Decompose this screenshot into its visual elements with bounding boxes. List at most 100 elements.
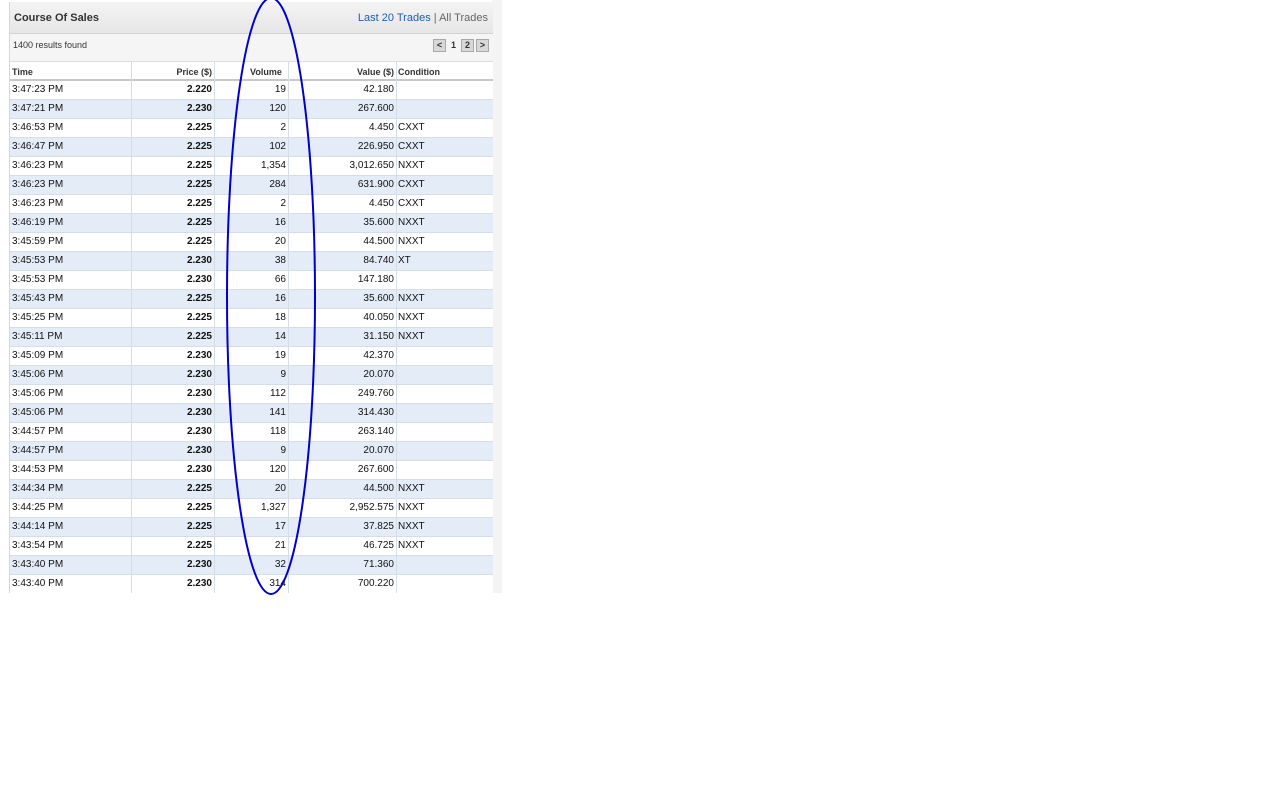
cell-condition: CXXT [398, 122, 425, 133]
table-row[interactable]: 3:46:47 PM 2.225 102 226.950 CXXT [10, 138, 493, 157]
cell-value: 2,952.575 [349, 502, 395, 513]
cell-value: 267.600 [357, 464, 394, 475]
cell-price: 2.225 [186, 160, 212, 171]
cell-value: 42.180 [363, 84, 394, 95]
pager-page-2-button[interactable]: 2 [461, 39, 474, 52]
cell-value: 44.500 [363, 236, 394, 247]
cell-condition [398, 423, 488, 441]
last-20-trades-link[interactable]: Last 20 Trades [358, 12, 431, 24]
cell-time: 3:45:06 PM [12, 407, 64, 418]
column-divider [396, 62, 397, 593]
cell-value: 20.070 [363, 369, 394, 380]
cell-value: 147.180 [357, 274, 394, 285]
table-row[interactable]: 3:47:23 PM 2.220 19 42.180 [10, 81, 493, 100]
cell-condition [398, 461, 488, 479]
cell-condition: NXXT [398, 312, 425, 323]
cell-price: 2.230 [186, 350, 212, 361]
table-row[interactable]: 3:45:06 PM 2.230 9 20.070 [10, 366, 493, 385]
table-row[interactable]: 3:45:59 PM 2.225 20 44.500 NXXT [10, 233, 493, 252]
cell-time: 3:46:23 PM [12, 179, 64, 190]
table-row[interactable]: 3:45:06 PM 2.230 141 314.430 [10, 404, 493, 423]
widget-edge [492, 0, 502, 593]
cell-condition: NXXT [398, 521, 425, 532]
table-row[interactable]: 3:47:21 PM 2.230 120 267.600 [10, 100, 493, 119]
cell-price: 2.230 [186, 426, 212, 437]
table-row[interactable]: 3:45:06 PM 2.230 112 249.760 [10, 385, 493, 404]
table-row[interactable]: 3:46:23 PM 2.225 284 631.900 CXXT [10, 176, 493, 195]
table-row[interactable]: 3:43:54 PM 2.225 21 46.725 NXXT [10, 537, 493, 556]
cell-volume: 9 [280, 369, 286, 380]
cell-condition: CXXT [398, 179, 425, 190]
table-row[interactable]: 3:46:19 PM 2.225 16 35.600 NXXT [10, 214, 493, 233]
table-row[interactable]: 3:45:53 PM 2.230 38 84.740 XT [10, 252, 493, 271]
table-row[interactable]: 3:45:53 PM 2.230 66 147.180 [10, 271, 493, 290]
cell-price: 2.230 [186, 464, 212, 475]
column-header-condition[interactable]: Condition [398, 67, 440, 77]
column-divider [214, 62, 215, 593]
table-row[interactable]: 3:44:14 PM 2.225 17 37.825 NXXT [10, 518, 493, 537]
cell-price: 2.230 [186, 407, 212, 418]
pager-current-page: 1 [450, 40, 456, 50]
cell-price: 2.230 [186, 103, 212, 114]
table-row[interactable]: 3:45:09 PM 2.230 19 42.370 [10, 347, 493, 366]
table-row[interactable]: 3:43:40 PM 2.230 32 71.360 [10, 556, 493, 575]
cell-volume: 284 [269, 179, 286, 190]
table-row[interactable]: 3:44:57 PM 2.230 118 263.140 [10, 423, 493, 442]
table-row[interactable]: 3:44:34 PM 2.225 20 44.500 NXXT [10, 480, 493, 499]
cell-volume: 19 [274, 84, 286, 95]
cell-condition: CXXT [398, 141, 425, 152]
column-header-price[interactable]: Price ($) [132, 67, 212, 77]
cell-price: 2.225 [186, 521, 212, 532]
table-row[interactable]: 3:45:25 PM 2.225 18 40.050 NXXT [10, 309, 493, 328]
course-of-sales-widget: Course Of Sales Last 20 Trades | All Tra… [0, 0, 502, 593]
cell-volume: 38 [274, 255, 286, 266]
cell-condition [398, 81, 488, 99]
column-header-volume[interactable]: Volume [250, 67, 282, 77]
cell-time: 3:45:43 PM [12, 293, 64, 304]
pager-next-button[interactable]: > [476, 39, 489, 52]
table-row[interactable]: 3:44:25 PM 2.225 1,327 2,952.575 NXXT [10, 499, 493, 518]
cell-volume: 18 [274, 312, 286, 323]
cell-price: 2.230 [186, 445, 212, 456]
cell-time: 3:44:34 PM [12, 483, 64, 494]
cell-value: 71.360 [363, 559, 394, 570]
cell-price: 2.225 [186, 236, 212, 247]
all-trades-link[interactable]: All Trades [439, 12, 488, 24]
table-row[interactable]: 3:43:40 PM 2.230 314 700.220 [10, 575, 493, 593]
cell-value: 3,012.650 [349, 160, 395, 171]
cell-condition: CXXT [398, 198, 425, 209]
cell-condition [398, 385, 488, 403]
cell-volume: 2 [280, 198, 286, 209]
column-header-time[interactable]: Time [12, 67, 33, 77]
cell-condition [398, 575, 488, 593]
cell-condition [398, 442, 488, 460]
panel-title: Course Of Sales [14, 12, 99, 24]
results-count: 1400 results found [13, 40, 88, 50]
cell-volume: 118 [270, 426, 286, 437]
table-row[interactable]: 3:44:57 PM 2.230 9 20.070 [10, 442, 493, 461]
table-row[interactable]: 3:46:23 PM 2.225 1,354 3,012.650 NXXT [10, 157, 493, 176]
cell-time: 3:47:23 PM [12, 84, 64, 95]
cell-condition: NXXT [398, 502, 425, 513]
cell-volume: 17 [274, 521, 286, 532]
table-row[interactable]: 3:46:23 PM 2.225 2 4.450 CXXT [10, 195, 493, 214]
cell-price: 2.225 [186, 217, 212, 228]
pager-prev-button[interactable]: < [433, 39, 446, 52]
cell-time: 3:45:25 PM [12, 312, 64, 323]
cell-time: 3:45:06 PM [12, 388, 64, 399]
column-header-value[interactable]: Value ($) [289, 67, 394, 77]
cell-time: 3:46:53 PM [12, 122, 64, 133]
cell-price: 2.230 [186, 388, 212, 399]
table-row[interactable]: 3:45:11 PM 2.225 14 31.150 NXXT [10, 328, 493, 347]
cell-value: 42.370 [363, 350, 394, 361]
cell-time: 3:46:23 PM [12, 198, 64, 209]
cell-volume: 1,327 [260, 502, 286, 513]
table-row[interactable]: 3:45:43 PM 2.225 16 35.600 NXXT [10, 290, 493, 309]
table-row[interactable]: 3:44:53 PM 2.230 120 267.600 [10, 461, 493, 480]
cell-condition: NXXT [398, 293, 425, 304]
table-row[interactable]: 3:46:53 PM 2.225 2 4.450 CXXT [10, 119, 493, 138]
cell-value: 31.150 [363, 331, 394, 342]
cell-volume: 21 [274, 540, 286, 551]
cell-value: 249.760 [357, 388, 394, 399]
cell-condition: NXXT [398, 540, 425, 551]
